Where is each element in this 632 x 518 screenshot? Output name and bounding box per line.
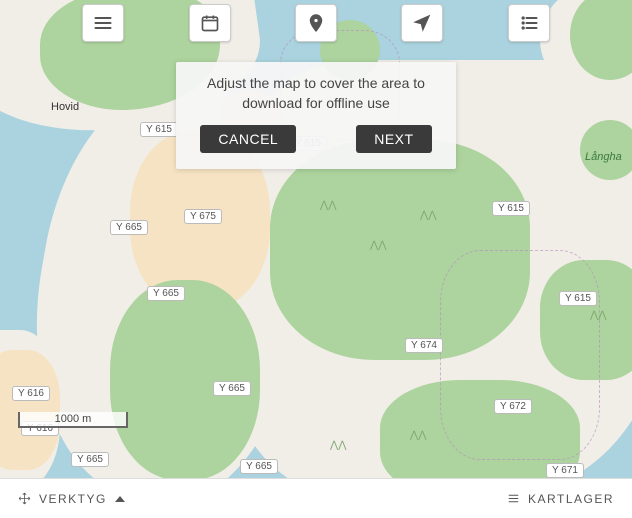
road-shield: Y 674	[405, 338, 443, 353]
road-shield: Y 665	[240, 459, 278, 474]
map-land	[510, 100, 550, 160]
cancel-button[interactable]: CANCEL	[200, 125, 296, 153]
road-shield: Y 671	[546, 463, 584, 478]
road-shield: Y 665	[213, 381, 251, 396]
menu-icon	[93, 13, 113, 33]
tree-icon: ⋀⋀	[590, 310, 606, 321]
top-toolbar	[0, 4, 632, 42]
road-shield: Y 616	[12, 386, 50, 401]
tree-icon: ⋀⋀	[420, 210, 436, 221]
road-shield: Y 615	[140, 122, 178, 137]
offline-download-dialog: Adjust the map to cover the area to down…	[176, 62, 456, 169]
bottom-toolbar: VERKTYG KARTLAGER	[0, 478, 632, 518]
road-shield: Y 615	[492, 201, 530, 216]
road-shield: Y 615	[559, 291, 597, 306]
tree-icon: ⋀⋀	[330, 440, 346, 451]
calendar-icon	[200, 13, 220, 33]
map-forest	[110, 280, 260, 478]
next-button[interactable]: NEXT	[356, 125, 431, 153]
place-label: Långha	[585, 151, 622, 163]
pin-button[interactable]	[295, 4, 337, 42]
locate-button[interactable]	[401, 4, 443, 42]
tools-button[interactable]: VERKTYG	[18, 492, 125, 506]
tree-icon: ⋀⋀	[410, 430, 426, 441]
place-label: Hovid	[51, 101, 79, 113]
calendar-button[interactable]	[189, 4, 231, 42]
layer-list-icon	[507, 492, 520, 505]
road-shield: Y 665	[147, 286, 185, 301]
list-button[interactable]	[508, 4, 550, 42]
road-shield: Y 665	[71, 452, 109, 467]
tree-icon: ⋀⋀	[370, 240, 386, 251]
dialog-button-row: CANCEL NEXT	[194, 125, 438, 153]
caret-up-icon	[115, 496, 125, 502]
tree-icon: ⋀⋀	[320, 200, 336, 211]
pin-icon	[306, 13, 326, 33]
map-forest	[580, 120, 632, 180]
layers-button[interactable]: KARTLAGER	[507, 492, 614, 506]
scale-label: 1000 m	[18, 412, 128, 428]
map-open-area	[0, 350, 60, 470]
scale-control: 1000 m	[18, 412, 128, 428]
layers-label: KARTLAGER	[528, 492, 614, 506]
road-shield: Y 675	[184, 209, 222, 224]
move-icon	[18, 492, 31, 505]
road-shield: Y 665	[110, 220, 148, 235]
tools-label: VERKTYG	[39, 492, 107, 506]
road-shield: Y 672	[494, 399, 532, 414]
dialog-message: Adjust the map to cover the area to down…	[194, 74, 438, 113]
map-boundary	[440, 250, 600, 460]
list-icon	[519, 13, 539, 33]
app-root: ⋀⋀ ⋀⋀ ⋀⋀ ⋀⋀ ⋀⋀ ⋀⋀ Hovid Långha Y 615 Y 6…	[0, 0, 632, 518]
menu-button[interactable]	[82, 4, 124, 42]
locate-icon	[412, 13, 432, 33]
